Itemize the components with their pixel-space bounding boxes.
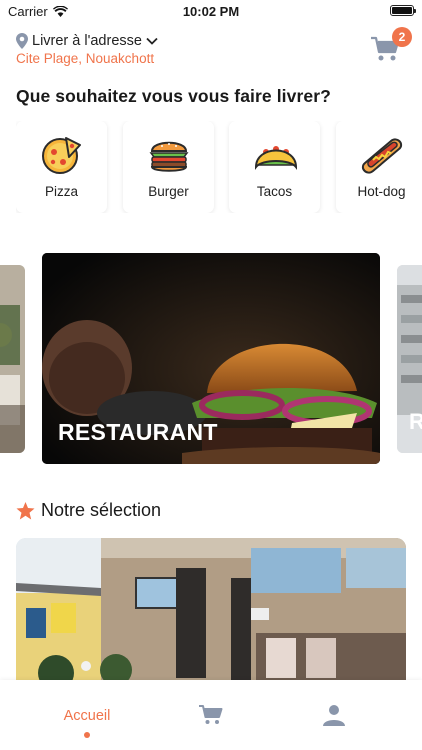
restaurant-photo <box>16 538 406 683</box>
category-label: Tacos <box>256 184 293 199</box>
category-pizza[interactable]: Pizza <box>16 121 107 213</box>
deliver-label: Livrer à l'adresse <box>32 33 142 49</box>
nav-cart[interactable] <box>141 680 281 750</box>
active-indicator <box>84 732 90 738</box>
hotdog-icon <box>361 138 403 174</box>
section-title: Que souhaitez vous vous faire livrer? <box>16 86 331 106</box>
banner-title-next: R <box>409 409 422 434</box>
selection-title: Notre sélection <box>41 500 162 520</box>
nav-home-label: Accueil <box>63 708 111 724</box>
category-label: Pizza <box>44 184 78 199</box>
featured-restaurant-card[interactable] <box>16 538 406 683</box>
banner-image-previous <box>0 265 25 453</box>
battery-icon <box>390 5 416 16</box>
banner-next[interactable]: R <box>397 265 422 453</box>
selection-header: Notre sélection <box>16 500 161 521</box>
banner-previous[interactable] <box>0 265 25 453</box>
restaurant-carousel[interactable]: RESTAURANT R <box>0 253 422 465</box>
banner-title: RESTAURANT <box>58 419 218 445</box>
category-tacos[interactable]: Tacos <box>229 121 320 213</box>
banner-restaurant[interactable]: RESTAURANT <box>42 253 380 464</box>
bottom-navigation: Accueil <box>0 680 422 750</box>
pizza-icon <box>42 137 81 174</box>
burger-icon <box>149 141 189 172</box>
category-label: Burger <box>148 184 189 199</box>
taco-icon <box>254 146 298 170</box>
chevron-down-icon <box>146 37 158 45</box>
nav-home[interactable]: Accueil <box>17 680 157 750</box>
status-bar: Carrier 10:02 PM <box>0 0 422 22</box>
star-icon <box>16 501 35 519</box>
cart-icon <box>199 705 223 724</box>
cart-count-badge: 2 <box>392 27 412 47</box>
delivery-address: Cite Plage, Nouakchott <box>16 51 155 66</box>
category-list[interactable]: Pizza Burger Tacos Hot-dog <box>16 121 422 213</box>
nav-profile[interactable] <box>265 680 405 750</box>
category-burger[interactable]: Burger <box>123 121 214 213</box>
cart-button[interactable]: 2 <box>370 27 412 63</box>
delivery-address-selector[interactable]: Livrer à l'adresse Cite Plage, Nouakchot… <box>16 33 158 66</box>
location-pin-icon <box>16 33 28 49</box>
clock: 10:02 PM <box>182 4 240 19</box>
category-label: Hot-dog <box>357 184 406 199</box>
user-icon <box>323 705 345 726</box>
category-hotdog[interactable]: Hot-dog <box>336 121 422 213</box>
